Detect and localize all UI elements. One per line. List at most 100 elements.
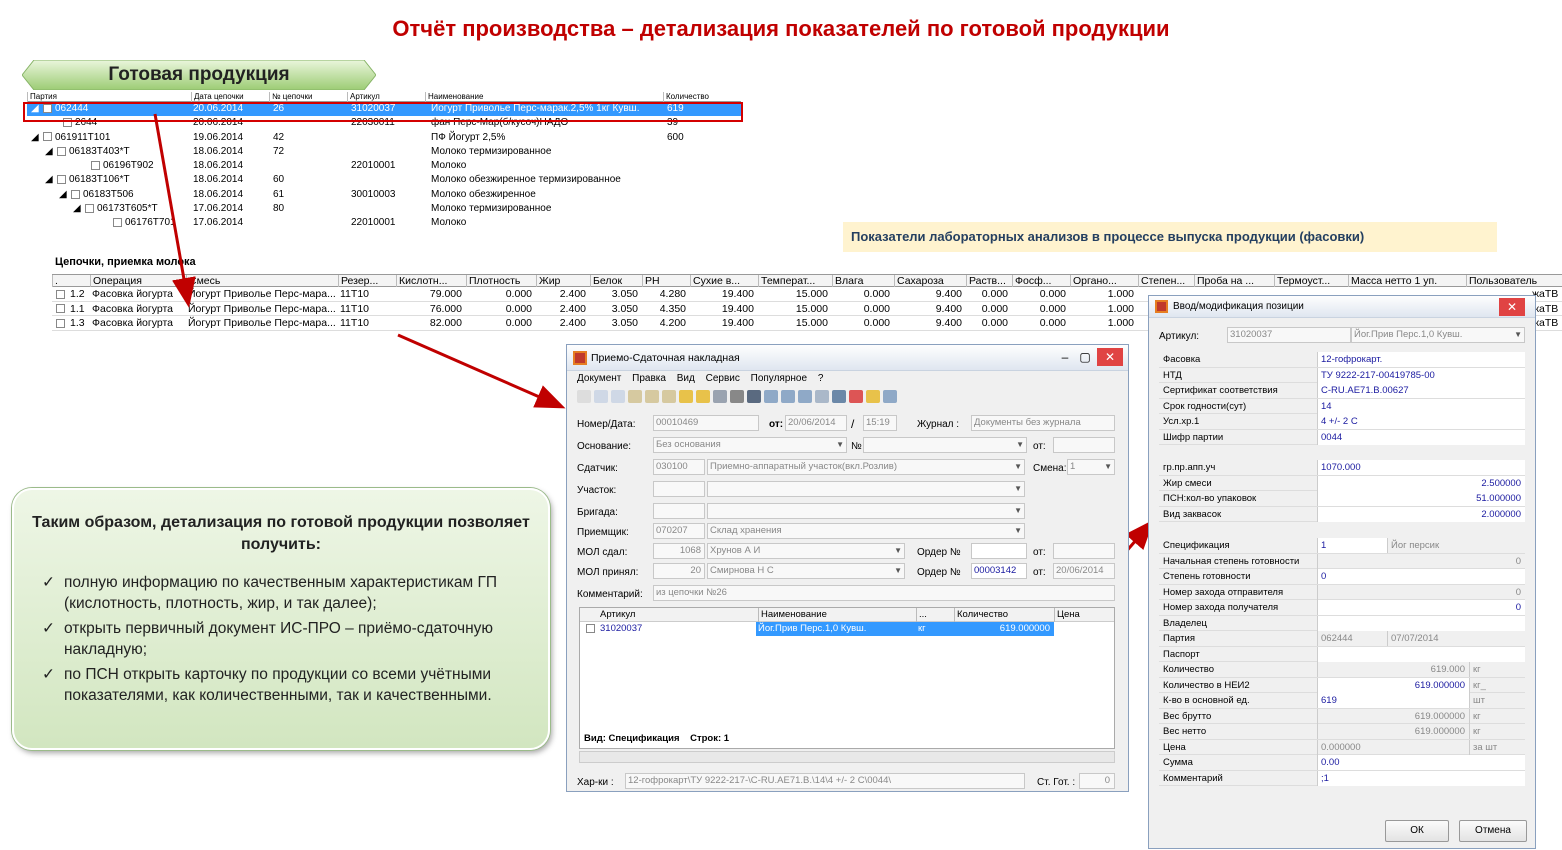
spell-icon[interactable]: [628, 389, 642, 403]
delete-icon[interactable]: [611, 389, 625, 403]
folder-icon[interactable]: [679, 389, 693, 403]
menu-help[interactable]: ?: [818, 373, 824, 384]
time-field[interactable]: 15:19: [863, 415, 897, 431]
property-row[interactable]: Шифр партии 0044: [1159, 429, 1525, 445]
property-row[interactable]: Количество 619.000 кг: [1159, 662, 1525, 678]
close-button[interactable]: ✕: [1097, 348, 1123, 366]
menu-service[interactable]: Сервис: [706, 373, 740, 384]
sender-code-field[interactable]: 030100: [653, 459, 705, 475]
spec-col-price[interactable]: Цена: [1054, 608, 1080, 622]
save-icon[interactable]: [730, 389, 744, 403]
property-row[interactable]: Вес брутто 619.000000 кг: [1159, 708, 1525, 724]
property-row[interactable]: Степень готовности 0: [1159, 569, 1525, 585]
mol-got-code-field[interactable]: 20: [653, 563, 705, 579]
clear-filter-icon[interactable]: [849, 389, 863, 403]
horizontal-scrollbar[interactable]: [579, 751, 1115, 763]
property-row[interactable]: ПСН:кол-во упаковок 51.000000: [1159, 491, 1525, 507]
property-row[interactable]: Спецификация 1 Йог персик: [1159, 538, 1525, 554]
property-row[interactable]: Владелец: [1159, 615, 1525, 631]
minimize-button[interactable]: –: [1055, 348, 1075, 366]
property-row[interactable]: Цена 0.000000 за шт: [1159, 739, 1525, 755]
menu-document[interactable]: Документ: [577, 373, 621, 384]
basis-date-field[interactable]: [1053, 437, 1115, 453]
filter-icon[interactable]: [832, 389, 846, 403]
property-row[interactable]: Усл.хр.1 4 +/- 2 C: [1159, 414, 1525, 430]
folder2-icon[interactable]: [696, 389, 710, 403]
property-row[interactable]: Вес нетто 619.000000 кг: [1159, 724, 1525, 740]
basis-select[interactable]: Без основания ▼: [653, 437, 847, 453]
chart-icon[interactable]: [798, 389, 812, 403]
spec-col-unit[interactable]: ...: [916, 608, 927, 622]
spell2-icon[interactable]: [645, 389, 659, 403]
property-row[interactable]: Жир смеси 2.500000: [1159, 475, 1525, 491]
property-row[interactable]: Сумма 0.00: [1159, 755, 1525, 771]
property-row[interactable]: Номер захода получателя 0: [1159, 600, 1525, 616]
order2-date-field[interactable]: 20/06/2014: [1053, 563, 1115, 579]
property-row[interactable]: гр.пр.апп.уч 1070.000: [1159, 460, 1525, 476]
property-row[interactable]: Начальная степень готовности 0: [1159, 553, 1525, 569]
property-key: Комментарий: [1163, 772, 1223, 784]
property-row[interactable]: Комментарий ;1: [1159, 770, 1525, 786]
help-icon[interactable]: [883, 389, 897, 403]
order-field[interactable]: [971, 543, 1027, 559]
find-icon[interactable]: [764, 389, 778, 403]
spec-col-qty[interactable]: Количество: [954, 608, 1008, 622]
edit-icon[interactable]: [594, 389, 608, 403]
property-row[interactable]: Количество в НЕИ2 619.000000 кг_: [1159, 677, 1525, 693]
mol-got-select[interactable]: Смирнова Н С ▼: [707, 563, 905, 579]
spec-row[interactable]: 31020037 Йог.Прив Перс.1,0 Кувш. кг 619.…: [580, 622, 1114, 636]
maximize-button[interactable]: ▢: [1075, 348, 1095, 366]
art-select[interactable]: Йог.Прив Перс.1,0 Кувш. ▼: [1351, 327, 1525, 343]
summary-item: полную информацию по качественным характ…: [42, 572, 522, 614]
mol-gave-select[interactable]: Хрунов А И ▼: [707, 543, 905, 559]
property-row[interactable]: Фасовка 12-гофрокарт.: [1159, 352, 1525, 368]
row-checkbox[interactable]: [586, 624, 595, 633]
sender-select[interactable]: Приемно-аппаратный участок(вкл.Розлив) ▼: [707, 459, 1025, 475]
char-field[interactable]: 12-гофрокарт\ТУ 9222-217-\C-RU.AE71.B.\1…: [625, 773, 1025, 789]
comment-field[interactable]: из цепочки №26: [653, 585, 1115, 601]
area-select[interactable]: ▼: [707, 481, 1025, 497]
property-row[interactable]: Партия 062444 07/07/2014: [1159, 631, 1525, 647]
property-key: Жир смеси: [1163, 477, 1212, 489]
property-row[interactable]: К-во в основной ед. 619 шт: [1159, 693, 1525, 709]
mol-gave-code-field[interactable]: 1068: [653, 543, 705, 559]
print-icon[interactable]: [713, 389, 727, 403]
order2-field[interactable]: 00003142: [971, 563, 1027, 579]
date-field[interactable]: 20/06/2014: [785, 415, 847, 431]
basis-number-select[interactable]: ▼: [863, 437, 1027, 453]
binoculars-icon[interactable]: [747, 389, 761, 403]
spell3-icon[interactable]: [662, 389, 676, 403]
preview-icon[interactable]: [815, 389, 829, 403]
property-row[interactable]: Номер захода отправителя 0: [1159, 584, 1525, 600]
brigade-select[interactable]: ▼: [707, 503, 1025, 519]
close-button[interactable]: ✕: [1499, 298, 1525, 316]
property-row[interactable]: Вид заквасок 2.000000: [1159, 506, 1525, 522]
brigade-code-field[interactable]: [653, 503, 705, 519]
property-row[interactable]: Паспорт: [1159, 646, 1525, 662]
new-icon[interactable]: [577, 389, 591, 403]
copy-icon[interactable]: [781, 389, 795, 403]
mol-got-label: МОЛ принял:: [577, 567, 639, 578]
shift-select[interactable]: 1 ▼: [1067, 459, 1115, 475]
receiver-code-field[interactable]: 070207: [653, 523, 705, 539]
spec-col-name[interactable]: Наименование: [758, 608, 827, 622]
menu-view[interactable]: Вид: [677, 373, 695, 384]
property-row[interactable]: НТД ТУ 9222-217-00419785-00: [1159, 367, 1525, 383]
area-code-field[interactable]: [653, 481, 705, 497]
menu-edit[interactable]: Правка: [632, 373, 666, 384]
ok-button[interactable]: ОК: [1385, 820, 1449, 842]
cancel-button[interactable]: Отмена: [1459, 820, 1527, 842]
stage-field[interactable]: 0: [1079, 773, 1115, 789]
export-icon[interactable]: [866, 389, 880, 403]
property-row[interactable]: Сертификат соответствия C-RU.AE71.B.00627: [1159, 383, 1525, 399]
art-field[interactable]: 31020037: [1227, 327, 1351, 343]
journal-field[interactable]: Документы без журнала: [971, 415, 1115, 431]
menu-popular[interactable]: Популярное: [751, 373, 807, 384]
shift-label: Смена:: [1033, 463, 1067, 474]
property-row[interactable]: Срок годности(сут) 14: [1159, 398, 1525, 414]
order-date-field[interactable]: [1053, 543, 1115, 559]
app-icon: [573, 351, 587, 365]
num-field[interactable]: 00010469: [653, 415, 759, 431]
spec-col-art[interactable]: Артикул: [600, 608, 635, 622]
receiver-select[interactable]: Склад хранения ▼: [707, 523, 1025, 539]
